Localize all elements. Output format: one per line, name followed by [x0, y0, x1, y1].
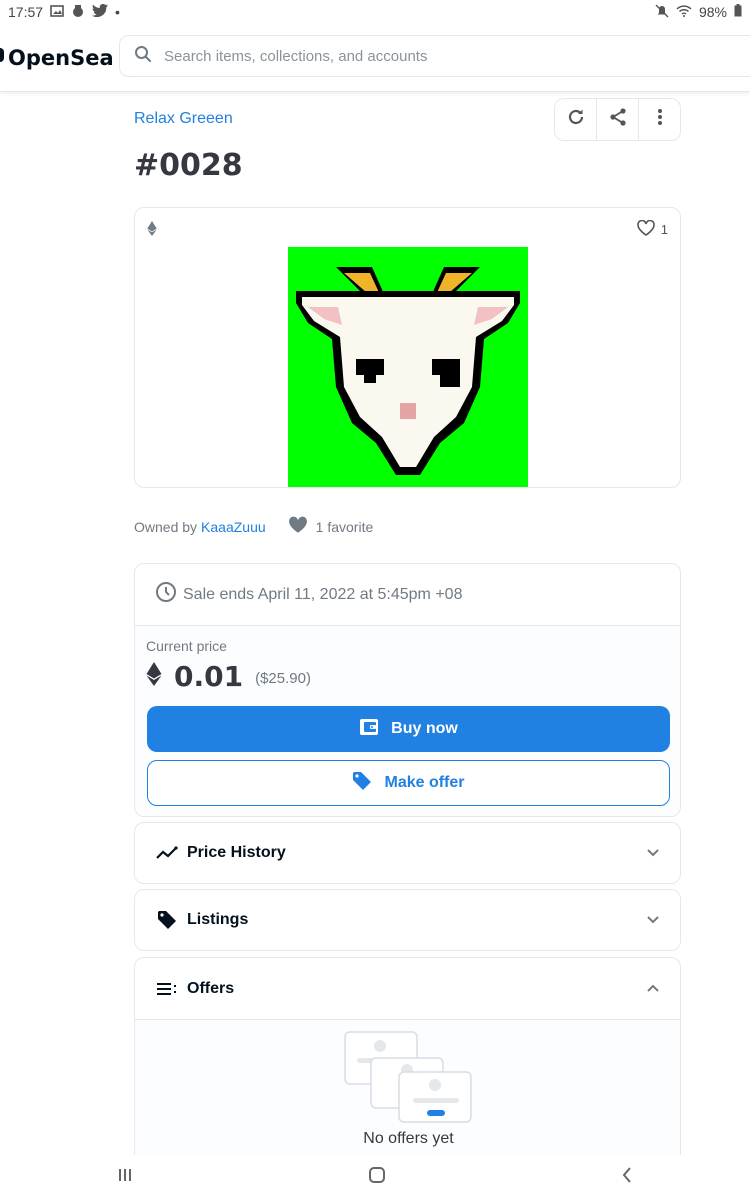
buy-now-label: Buy now [391, 720, 458, 737]
nft-image[interactable] [288, 247, 528, 487]
refresh-icon [566, 107, 586, 132]
sale-card: Sale ends April 11, 2022 at 5:45pm +08 C… [134, 563, 681, 817]
listings-title: Listings [187, 911, 249, 928]
gallery-notification-icon [50, 4, 64, 20]
listings-panel[interactable]: Listings [134, 889, 681, 951]
mute-icon [655, 4, 669, 21]
offers-panel: Offers No offers yet [134, 957, 681, 1167]
owner-link[interactable]: KaaaZuuu [201, 519, 266, 535]
more-icon [657, 107, 663, 132]
top-navigation: OpenSea Search items, collections, and a… [0, 28, 750, 92]
chevron-down-icon [646, 911, 660, 929]
battery-level: 98% [698, 4, 727, 20]
ethereum-icon [147, 221, 157, 241]
price-history-panel[interactable]: Price History [134, 822, 681, 884]
offers-list-icon [155, 977, 179, 1001]
ownership-row: Owned by KaaaZuuu 1 favorite [134, 516, 373, 537]
opensea-logo[interactable]: OpenSea [8, 46, 114, 70]
back-button[interactable] [621, 1166, 633, 1189]
no-offers-text: No offers yet [363, 1130, 454, 1147]
item-image-card: 1 [134, 207, 681, 488]
tag-icon [352, 771, 372, 796]
share-icon [608, 107, 628, 132]
wallet-icon [359, 718, 379, 741]
sale-end-text: Sale ends April 11, 2022 at 5:45pm +08 [183, 585, 463, 603]
make-offer-button[interactable]: Make offer [147, 760, 670, 806]
heart-icon [636, 219, 655, 239]
ethereum-price-icon [146, 662, 162, 691]
share-button[interactable] [597, 99, 639, 140]
price-usd: ($25.90) [255, 670, 311, 687]
favorites-count: 1 favorite [288, 516, 374, 537]
collection-link[interactable]: Relax Greeen [134, 110, 233, 128]
heart-filled-icon [288, 516, 308, 537]
chevron-down-icon [646, 844, 660, 862]
chart-line-icon [155, 841, 179, 865]
price-row: 0.01 ($25.90) [146, 660, 669, 693]
system-navigation-bar [0, 1155, 750, 1200]
logo-icon[interactable] [0, 48, 4, 62]
owned-by-label: Owned by [134, 518, 198, 535]
search-icon [134, 45, 152, 67]
search-placeholder: Search items, collections, and accounts [164, 47, 428, 65]
chevron-up-icon [646, 980, 660, 998]
status-time: 17:57 [8, 4, 44, 20]
wifi-icon [676, 4, 692, 20]
offers-header[interactable]: Offers [135, 958, 680, 1020]
item-title: #0028 [134, 148, 243, 183]
recent-apps-button[interactable] [117, 1167, 133, 1188]
current-price-label: Current price [146, 638, 227, 654]
no-offers-illustration [343, 1030, 473, 1130]
battery-icon [734, 4, 742, 20]
home-button[interactable] [368, 1166, 386, 1189]
twitter-icon [92, 3, 109, 20]
sale-end-row: Sale ends April 11, 2022 at 5:45pm +08 [135, 564, 680, 626]
status-bar: 17:57 • 98% [0, 0, 750, 24]
buy-now-button[interactable]: Buy now [147, 706, 670, 752]
refresh-button[interactable] [555, 99, 597, 140]
like-count: 1 [660, 222, 668, 237]
like-button[interactable]: 1 [636, 219, 668, 239]
price-amount: 0.01 [174, 660, 244, 693]
offers-empty-state: No offers yet [135, 1020, 680, 1167]
status-dot: • [115, 4, 120, 20]
item-actions [554, 98, 681, 141]
price-history-title: Price History [187, 844, 286, 861]
search-input[interactable]: Search items, collections, and accounts [119, 35, 750, 77]
more-options-button[interactable] [639, 99, 680, 140]
app-notification-icon [71, 4, 85, 21]
offers-title: Offers [187, 979, 235, 997]
clock-icon [155, 581, 177, 608]
favorites-label: 1 favorite [315, 518, 374, 535]
make-offer-label: Make offer [384, 774, 465, 791]
tag-icon [155, 908, 179, 932]
